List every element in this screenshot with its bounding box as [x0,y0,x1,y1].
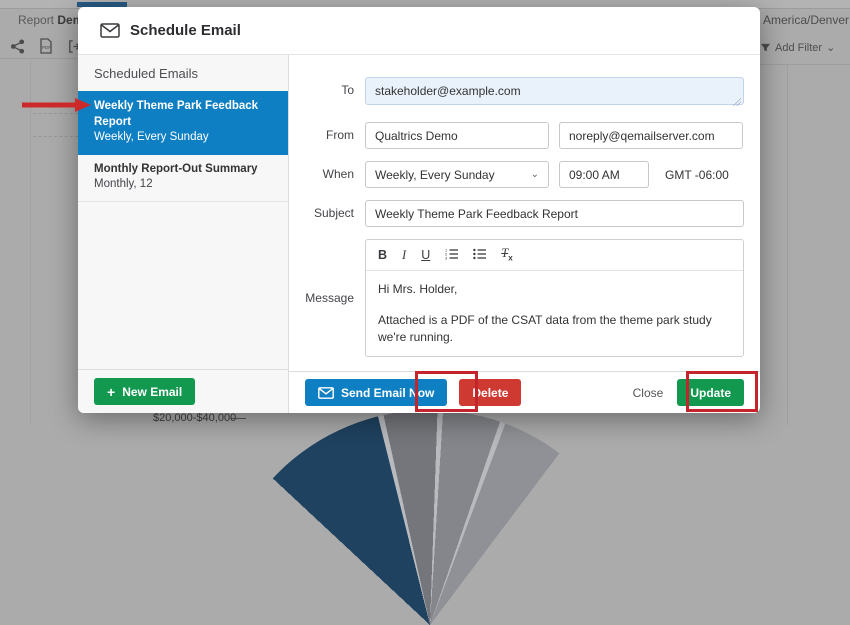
report-toolbar: PDF [10,38,82,54]
background-divider-right [760,64,850,65]
clear-formatting-button[interactable]: Tx [501,247,512,263]
clear-formatting-x: x [508,254,512,263]
scheduled-email-item-selected[interactable]: Weekly Theme Park Feedback Report Weekly… [78,91,288,155]
add-filter-button[interactable]: Add Filter ⌄ [760,41,835,54]
scheduled-email-item[interactable]: Monthly Report-Out Summary Monthly, 12 [78,155,288,202]
plus-icon: + [107,384,115,400]
sidebar-header: Scheduled Emails [78,55,288,91]
underline-button[interactable]: U [421,249,430,262]
rich-text-toolbar: B I U 123 Tx [366,240,743,271]
pie-slice-label: $20,000-$40,000 [153,412,236,424]
new-email-button[interactable]: + New Email [94,378,195,405]
frequency-select[interactable]: Weekly, Every Sunday ⌄ [365,161,549,188]
bold-button[interactable]: B [378,249,387,262]
message-body-input[interactable]: Hi Mrs. Holder, Attached is a PDF of the… [366,271,743,356]
delete-button[interactable]: Delete [459,379,521,406]
resize-grip-icon[interactable] [733,98,741,106]
time-input[interactable] [559,161,649,188]
new-email-label: New Email [122,385,182,399]
from-row: From [289,122,744,149]
background-dashed-line [33,113,78,114]
scheduled-email-title: Monthly Report-Out Summary [94,162,272,178]
italic-button[interactable]: I [402,249,406,262]
when-row: When Weekly, Every Sunday ⌄ GMT -06:00 [289,161,744,188]
email-form-panel: To stakeholder@example.com From [289,55,760,413]
modal-title: Schedule Email [130,22,241,39]
subject-label: Subject [289,200,365,220]
close-link[interactable]: Close [633,386,664,400]
background-panel-edge-right [787,65,788,425]
envelope-icon [318,387,334,399]
frequency-value: Weekly, Every Sunday [375,168,495,182]
envelope-icon [100,23,120,38]
message-label: Message [289,239,365,305]
subject-row: Subject [289,200,744,227]
background-panel-edge-left [30,59,31,425]
from-name-input[interactable] [365,122,549,149]
message-paragraph: Attached is a PDF of the CSAT data from … [378,312,731,347]
modal-footer: Send Email Now Delete Close Update [289,371,760,413]
message-paragraph: Hi Mrs. Holder, [378,281,731,298]
ordered-list-icon[interactable]: 123 [445,248,458,263]
sidebar-footer: + New Email [78,369,288,413]
update-button[interactable]: Update [677,379,744,406]
pie-label-connector [230,418,246,419]
chevron-down-icon: ⌄ [826,41,835,54]
to-row: To stakeholder@example.com [289,77,744,110]
scheduled-email-frequency: Weekly, Every Sunday [94,130,272,146]
unordered-list-icon[interactable] [473,248,486,263]
scheduled-email-frequency: Monthly, 12 [94,177,272,193]
send-email-now-label: Send Email Now [341,386,434,400]
schedule-email-modal: Schedule Email Scheduled Emails Weekly T… [78,7,760,413]
background-pie-chart [215,410,645,625]
subject-input[interactable] [365,200,744,227]
scheduled-email-title: Weekly Theme Park Feedback Report [94,99,272,130]
gmt-offset-label: GMT -06:00 [665,168,729,182]
send-email-now-button[interactable]: Send Email Now [305,379,447,406]
share-icon[interactable] [10,39,25,54]
svg-text:PDF: PDF [42,45,51,50]
svg-text:3: 3 [445,255,448,259]
modal-header: Schedule Email [78,7,760,55]
export-pdf-icon[interactable]: PDF [39,38,53,54]
add-filter-label: Add Filter [775,42,822,54]
background-dashed-line [33,136,78,137]
chevron-down-icon: ⌄ [531,169,539,180]
from-address-input[interactable] [559,122,743,149]
timezone-label: America/Denver [763,13,849,27]
message-row: Message B I U 123 Tx [289,239,744,357]
message-editor: B I U 123 Tx Hi Mrs. Holder, Attached is… [365,239,744,357]
from-label: From [289,122,365,142]
scheduled-emails-sidebar: Scheduled Emails Weekly Theme Park Feedb… [78,55,289,413]
toolbar-divider [0,58,78,59]
to-label: To [289,77,365,97]
to-input[interactable]: stakeholder@example.com [365,77,744,105]
filter-icon [760,42,771,53]
when-label: When [289,161,365,181]
